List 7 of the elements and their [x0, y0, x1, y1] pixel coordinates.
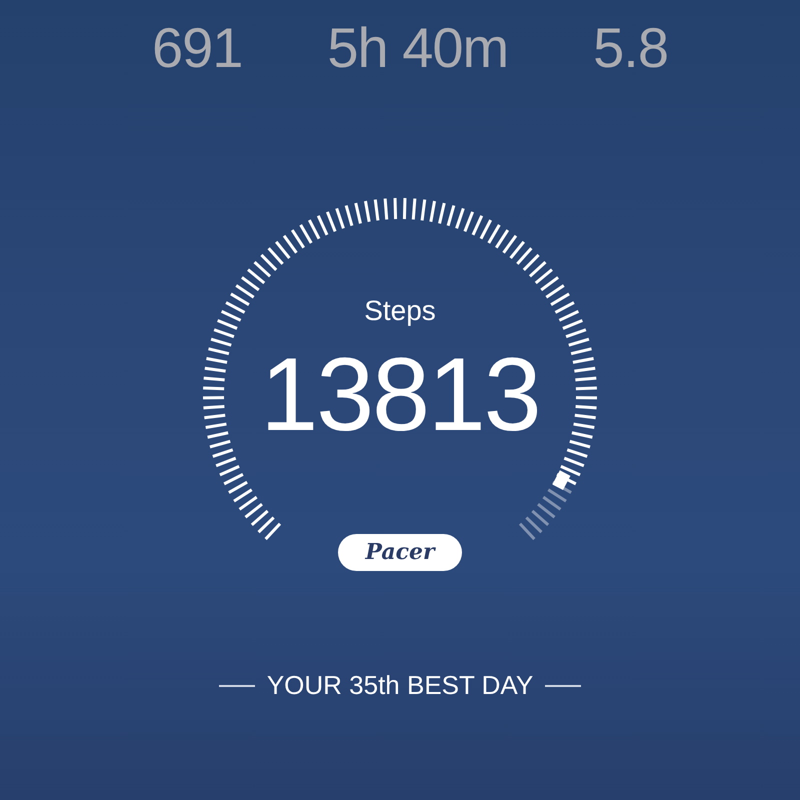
stat-value: 5.8: [593, 18, 668, 78]
stat-value: 691: [152, 18, 242, 78]
steps-label: Steps: [364, 295, 436, 327]
steps-count: 13813: [260, 340, 540, 450]
best-day-text: YOUR 35th BEST DAY: [266, 670, 534, 701]
stat-value: 5h 40m: [327, 18, 508, 78]
logo-badge: Pacer: [338, 534, 462, 571]
